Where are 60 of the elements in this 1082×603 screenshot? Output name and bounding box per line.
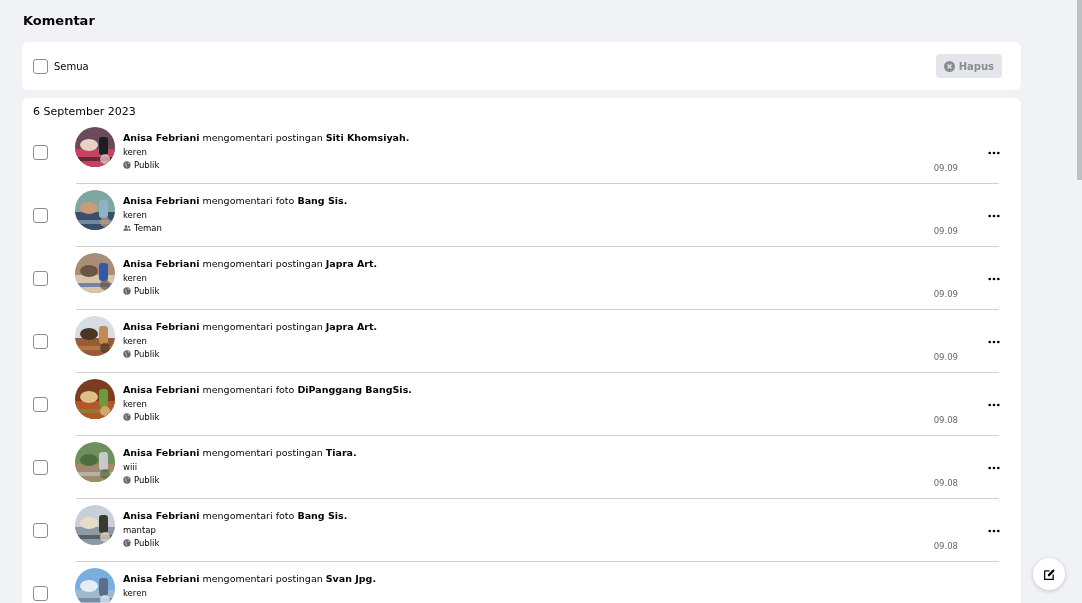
more-icon [988, 465, 1000, 470]
comment-text: keren [123, 588, 148, 598]
row-checkbox[interactable] [33, 397, 48, 412]
audience-label: Publik [134, 160, 160, 170]
comment-text: keren [123, 399, 148, 409]
comment-time: 09.09 [933, 163, 958, 173]
close-icon [943, 60, 955, 72]
page-title: Komentar [23, 12, 96, 30]
comment-text: mantap [123, 525, 157, 535]
more-icon [988, 339, 1000, 344]
more-icon [988, 150, 1000, 155]
comment-time: 09.09 [933, 352, 958, 362]
row-checkbox[interactable] [33, 145, 48, 160]
more-icon [988, 402, 1000, 407]
row-checkbox[interactable] [33, 586, 48, 601]
comment-time: 09.08 [933, 541, 958, 551]
compose-button[interactable] [1033, 558, 1065, 590]
activity-text: Anisa Febriani mengomentari foto Bang Sis. [123, 510, 348, 521]
row-checkbox[interactable] [33, 460, 48, 475]
comment-text: keren [123, 210, 148, 220]
friends-icon [123, 224, 131, 232]
audience-label: Publik [134, 538, 160, 548]
comment-time: 09.09 [933, 289, 958, 299]
globe-icon [123, 287, 131, 295]
audience-label: Publik [134, 475, 160, 485]
activity-text: Anisa Febriani mengomentari foto Bang Sis. [123, 195, 348, 206]
more-icon [988, 276, 1000, 281]
row-checkbox[interactable] [33, 334, 48, 349]
comment-text: wiii [123, 462, 139, 472]
comment-text: keren [123, 273, 148, 283]
edit-icon [1042, 567, 1056, 581]
more-icon [988, 213, 1000, 218]
activity-text: Anisa Febriani mengomentari postingan Japra Art. [123, 258, 378, 269]
audience-label: Teman [134, 223, 162, 233]
row-checkbox[interactable] [33, 523, 48, 538]
more-icon [988, 528, 1000, 533]
activity-text: Anisa Febriani mengomentari postingan Siti Khomsiyah. [123, 132, 410, 143]
select-all-checkbox[interactable] [33, 58, 48, 74]
activity-text: Anisa Febriani mengomentari foto DiPanggang BangSis. [123, 384, 412, 395]
activity-text: Anisa Febriani mengomentari postingan Tiara. [123, 447, 357, 458]
comment-time: 09.09 [933, 226, 958, 236]
globe-icon [123, 413, 131, 421]
scrollbar-thumb[interactable] [1077, 0, 1082, 180]
select-all-label[interactable]: Semua [54, 60, 89, 72]
comment-text: keren [123, 336, 148, 346]
globe-icon [123, 161, 131, 169]
comment-text: keren [123, 147, 148, 157]
date-heading: 6 September 2023 [33, 104, 137, 119]
audience-label: Publik [134, 349, 160, 359]
globe-icon [123, 350, 131, 358]
activity-text: Anisa Febriani mengomentari postingan Svan Jpg. [123, 573, 377, 584]
globe-icon [123, 539, 131, 547]
audience-label: Publik [134, 286, 160, 296]
row-checkbox[interactable] [33, 271, 48, 286]
row-checkbox[interactable] [33, 208, 48, 223]
globe-icon [123, 476, 131, 484]
activity-text: Anisa Febriani mengomentari postingan Japra Art. [123, 321, 378, 332]
comment-time: 09.08 [933, 415, 958, 425]
audience-label: Publik [134, 412, 160, 422]
comment-time: 09.08 [933, 478, 958, 488]
